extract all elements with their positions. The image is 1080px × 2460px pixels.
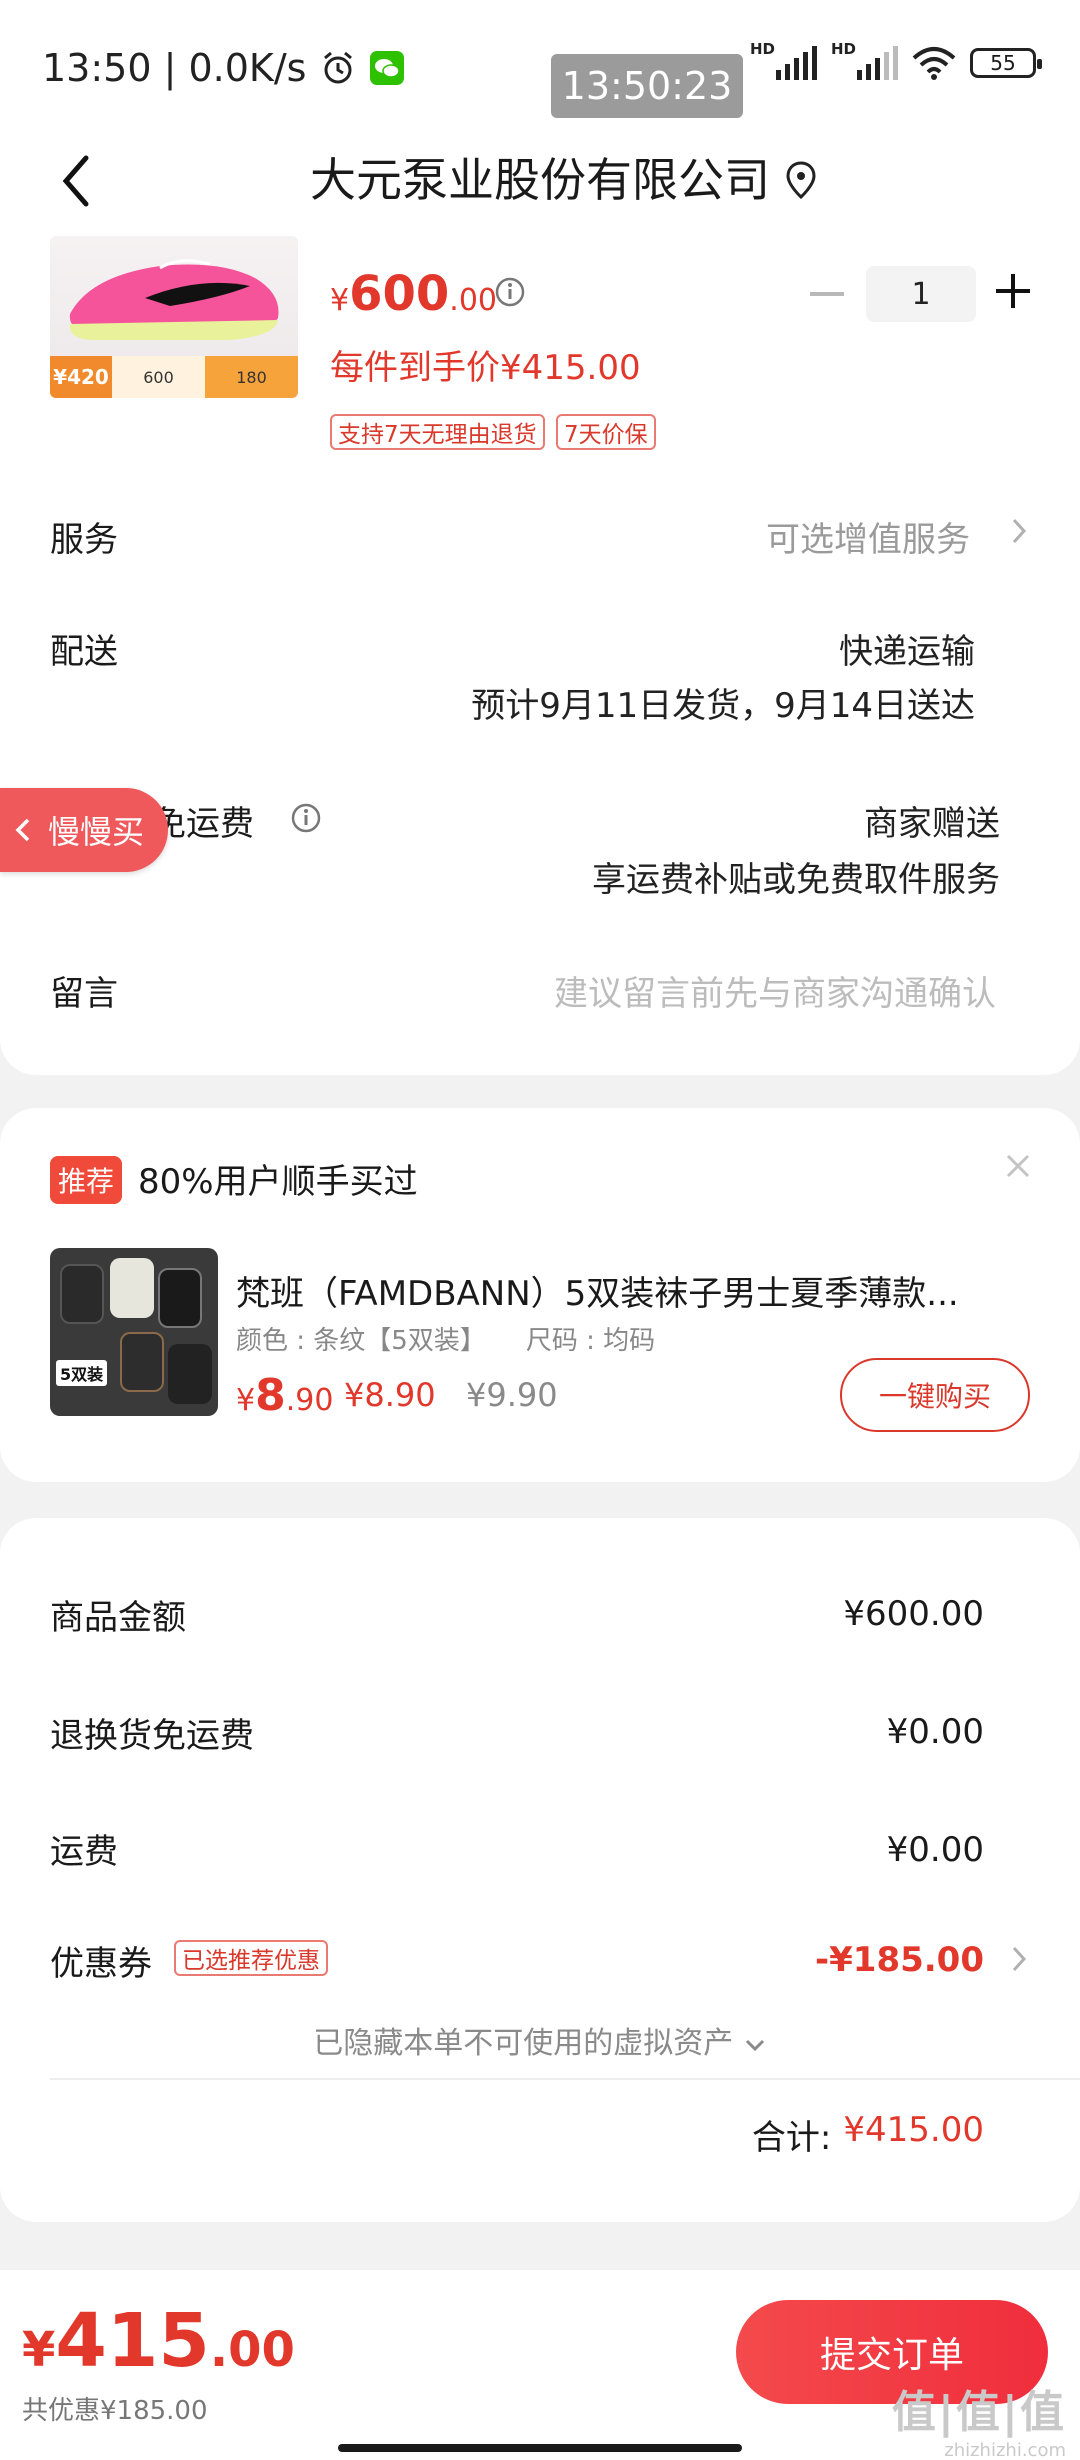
per-item-price: 每件到手价¥415.00 xyxy=(330,348,641,388)
status-time-speed: 13:50 | 0.0K/s xyxy=(42,46,307,90)
shipping-label: 运费 xyxy=(50,1832,118,1872)
service-chevron-icon[interactable] xyxy=(1008,514,1030,548)
product-price: ¥ 600 .00 xyxy=(330,266,498,322)
return-shipping-subsidy: 享运费补贴或免费取件服务 xyxy=(592,860,1000,900)
recommend-price: ¥ 8 .90 xyxy=(236,1370,334,1421)
hidden-assets-toggle[interactable]: 已隐藏本单不可使用的虚拟资产 xyxy=(0,2018,1080,2062)
total-discount: 共优惠¥185.00 xyxy=(22,2396,208,2426)
return-fee-label: 退换货免运费 xyxy=(50,1716,254,1756)
message-label: 留言 xyxy=(50,974,118,1014)
location-pin-icon[interactable] xyxy=(784,160,818,200)
coupon-chevron-icon[interactable] xyxy=(1008,1942,1030,1976)
service-label: 服务 xyxy=(50,520,118,560)
price-info-icon[interactable] xyxy=(494,276,526,308)
recommend-price-original: ¥9.90 xyxy=(466,1376,558,1414)
delivery-label: 配送 xyxy=(50,632,118,672)
chevron-down-icon xyxy=(745,2039,764,2052)
quantity-plus-button[interactable] xyxy=(996,274,1030,308)
payable-price: ¥ 415 .00 xyxy=(22,2298,295,2384)
goods-amount-value: ¥600.00 xyxy=(843,1594,984,1634)
product-image[interactable]: ¥420 600 180 xyxy=(50,236,298,398)
price-summary-card: 商品金额 ¥600.00 退换货免运费 ¥0.00 运费 ¥0.00 优惠券 已… xyxy=(0,1518,1080,2222)
battery-icon: 55 xyxy=(970,48,1042,78)
recommend-badge: 推荐 xyxy=(50,1156,123,1204)
return-policy-tag: 支持7天无理由退货 xyxy=(330,414,545,450)
close-icon[interactable] xyxy=(1004,1152,1032,1180)
signal-1-icon: HD xyxy=(750,40,817,80)
signal-2-icon: HD xyxy=(831,40,898,80)
recommend-product-name[interactable]: 梵班（FAMDBANN）5双装袜子男士夏季薄款... xyxy=(236,1266,1006,1315)
screen-time-badge: 13:50:23 xyxy=(551,54,743,118)
goods-amount-label: 商品金额 xyxy=(50,1598,186,1638)
message-input[interactable]: 建议留言前先与商家沟通确认 xyxy=(554,966,996,1015)
recommendation-card: 推荐 80%用户顺手买过 5双装 梵班（FAMDBANN）5双装袜子男士夏季薄款… xyxy=(0,1108,1080,1482)
recommend-title: 80%用户顺手买过 xyxy=(138,1162,418,1202)
recommend-price-alt: ¥8.90 xyxy=(344,1376,436,1414)
recommend-product-spec: 颜色 : 条纹【5双装】 尺码 : 均码 xyxy=(236,1326,656,1356)
bottom-checkout-bar: ¥ 415 .00 共优惠¥185.00 提交订单 值|值|值 zhizhizh… xyxy=(0,2270,1080,2460)
chevron-left-icon xyxy=(15,818,30,842)
wifi-icon xyxy=(912,47,956,80)
return-shipping-value: 商家赠送 xyxy=(864,804,1000,844)
delivery-method[interactable]: 快递运输 xyxy=(839,624,975,673)
coupon-tag: 已选推荐优惠 xyxy=(174,1940,328,1976)
product-promo-strip: ¥420 600 180 xyxy=(50,356,298,398)
home-indicator[interactable] xyxy=(338,2444,742,2452)
price-protect-tag: 7天价保 xyxy=(556,414,656,450)
quantity-input[interactable]: 1 xyxy=(866,266,976,322)
return-fee-value: ¥0.00 xyxy=(886,1712,984,1752)
recommend-product-image[interactable]: 5双装 xyxy=(50,1248,218,1416)
status-right: HD HD 55 xyxy=(750,40,1042,80)
return-info-icon[interactable] xyxy=(290,802,322,834)
one-click-buy-button[interactable]: 一键购买 xyxy=(840,1358,1030,1432)
watermark: 值|值|值 zhizhizhi.com xyxy=(891,2387,1066,2460)
status-bar: 13:50 | 0.0K/s 13:50:23 HD HD 55 xyxy=(0,0,1080,130)
sneaker-illustration xyxy=(69,259,279,340)
summary-divider xyxy=(50,2078,1080,2080)
status-left: 13:50 | 0.0K/s xyxy=(42,46,405,90)
service-value[interactable]: 可选增值服务 xyxy=(766,512,970,561)
shipping-value: ¥0.00 xyxy=(886,1830,984,1870)
page-title: 大元泵业股份有限公司 xyxy=(310,153,770,207)
quantity-minus-button[interactable] xyxy=(810,292,844,296)
summary-total: 合计: ¥415.00 xyxy=(751,2110,984,2158)
delivery-eta: 预计9月11日发货，9月14日送达 xyxy=(471,686,975,726)
manmanmai-float-button[interactable]: 慢慢买 xyxy=(0,788,168,872)
wechat-icon xyxy=(370,51,405,85)
coupon-value[interactable]: -¥185.00 xyxy=(815,1940,984,1980)
alarm-icon xyxy=(324,51,353,84)
coupon-label: 优惠券 xyxy=(50,1944,152,1984)
nav-bar: 大元泵业股份有限公司 xyxy=(0,130,1080,230)
